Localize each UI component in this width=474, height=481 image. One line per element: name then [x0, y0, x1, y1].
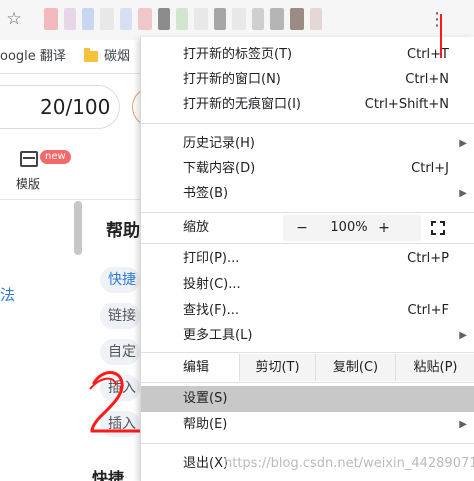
zoom-label: 缩放: [183, 220, 210, 235]
extension-icon[interactable]: [290, 8, 304, 30]
edit-label: 编辑: [183, 360, 210, 375]
zoom-out-button[interactable]: −: [295, 219, 309, 237]
extension-icon[interactable]: [194, 8, 208, 30]
menu-zoom-row: 缩放 − 100% +: [141, 215, 474, 241]
menu-separator: [141, 352, 474, 353]
extensions-strip: [44, 6, 328, 32]
bottom-heading: 快捷: [92, 469, 125, 481]
submenu-arrow-icon: ▶: [459, 419, 467, 430]
left-link[interactable]: 法: [0, 285, 15, 305]
scrollbar-thumb[interactable]: [74, 201, 82, 255]
menu-item-new-tab[interactable]: 打开新的标签页(T) Ctrl+T: [141, 42, 474, 68]
template-label[interactable]: 模版: [16, 176, 40, 192]
extension-icon[interactable]: [64, 8, 76, 30]
menu-separator: [141, 243, 474, 244]
menu-separator: [141, 443, 474, 444]
submenu-arrow-icon: ▶: [459, 138, 467, 149]
bookmark-star-icon[interactable]: ☆: [4, 9, 24, 29]
menu-edit-row: 编辑 剪切(T) 复制(C) 粘贴(P): [141, 354, 474, 381]
extension-icon[interactable]: [232, 8, 246, 30]
extension-icon[interactable]: [158, 8, 170, 30]
menu-item-more-tools[interactable]: 更多工具(L) ▶: [141, 323, 474, 349]
menu-separator: [141, 123, 474, 124]
extension-icon[interactable]: [252, 8, 264, 30]
template-icon[interactable]: [20, 151, 38, 167]
fullscreen-icon[interactable]: [431, 221, 445, 235]
help-heading: 帮助: [106, 221, 140, 241]
zoom-level: 100%: [330, 220, 368, 235]
menu-item-find[interactable]: 查找(F)... Ctrl+F: [141, 298, 474, 324]
menu-item-cast[interactable]: 投射(C)...: [141, 272, 474, 298]
extension-icon[interactable]: [44, 8, 58, 30]
menu-separator: [141, 382, 474, 383]
cut-button[interactable]: 剪切(T): [239, 354, 315, 381]
menu-item-new-window[interactable]: 打开新的窗口(N) Ctrl+N: [141, 67, 474, 93]
menu-separator: [141, 212, 474, 213]
extension-icon[interactable]: [120, 8, 132, 30]
more-menu-icon[interactable]: ⋮: [428, 8, 446, 32]
score-value: 20/100: [40, 95, 111, 119]
submenu-arrow-icon: ▶: [459, 330, 467, 341]
menu-item-history[interactable]: 历史记录(H) ▶: [141, 131, 474, 157]
menu-item-help[interactable]: 帮助(E) ▶: [141, 412, 474, 438]
folder-icon: [84, 48, 98, 62]
extension-icon[interactable]: [100, 8, 114, 30]
menu-item-new-incognito[interactable]: 打开新的无痕窗口(I) Ctrl+Shift+N: [141, 92, 474, 118]
new-badge: new: [40, 150, 71, 164]
menu-item-bookmarks[interactable]: 书签(B) ▶: [141, 181, 474, 207]
screenshot-root: ☆ ⋮ oogle 翻译 碳烟 20/100 new 模版 法 帮助 快捷 链接…: [0, 0, 474, 481]
watermark: https://blog.csdn.net/weixin_44289071: [224, 456, 474, 471]
help-tag[interactable]: 自定: [100, 339, 140, 365]
extension-icon[interactable]: [138, 8, 152, 30]
zoom-in-button[interactable]: +: [377, 219, 391, 237]
extension-icon[interactable]: [310, 8, 322, 30]
help-tag[interactable]: 链接: [100, 303, 140, 329]
extension-icon[interactable]: [214, 8, 226, 30]
menu-item-downloads[interactable]: 下载内容(D) Ctrl+J: [141, 156, 474, 182]
submenu-arrow-icon: ▶: [459, 188, 467, 199]
extension-icon[interactable]: [176, 8, 188, 30]
extension-icon[interactable]: [82, 8, 94, 30]
extension-icon[interactable]: [270, 8, 284, 30]
menu-item-settings[interactable]: 设置(S): [141, 386, 474, 412]
bookmark-folder-label[interactable]: 碳烟: [104, 48, 130, 66]
bookmark-google-translate[interactable]: oogle 翻译: [0, 48, 66, 66]
divider: [0, 199, 140, 200]
menu-item-print[interactable]: 打印(P)... Ctrl+P: [141, 246, 474, 272]
copy-button[interactable]: 复制(C): [315, 354, 395, 381]
help-tag[interactable]: 快捷: [100, 267, 140, 293]
paste-button[interactable]: 粘贴(P): [395, 354, 474, 381]
annotation-red-line: [440, 14, 442, 58]
chrome-main-menu: 打开新的标签页(T) Ctrl+T 打开新的窗口(N) Ctrl+N 打开新的无…: [140, 37, 474, 481]
browser-toolbar: ☆ ⋮: [0, 0, 474, 40]
